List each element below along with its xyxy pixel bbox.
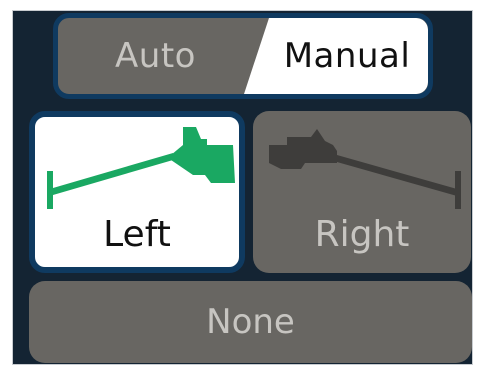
boat-heading-right-icon — [269, 129, 461, 209]
mode-manual-option[interactable]: Manual — [244, 18, 428, 94]
manual-direction-panel: Auto Manual Left Right None — [12, 10, 473, 365]
none-button[interactable]: None — [29, 281, 472, 363]
boat-heading-left-icon — [47, 127, 235, 209]
left-label: Left — [103, 214, 171, 255]
mode-auto-option[interactable]: Auto — [58, 18, 253, 94]
right-button[interactable]: Right — [253, 111, 471, 273]
left-button[interactable]: Left — [29, 111, 245, 273]
mode-toggle: Auto Manual — [53, 13, 433, 99]
right-label: Right — [314, 214, 410, 255]
